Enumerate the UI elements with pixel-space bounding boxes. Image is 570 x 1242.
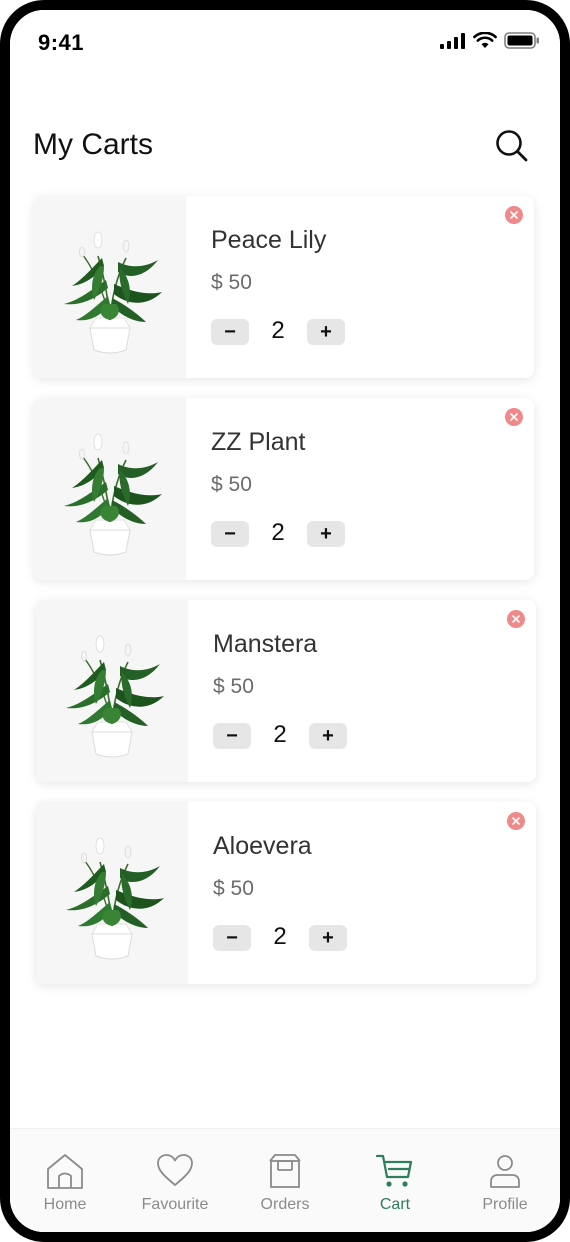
decrement-button[interactable]: −: [213, 723, 251, 749]
quantity-value: 2: [271, 519, 285, 546]
item-price: $ 50: [213, 675, 254, 698]
nav-item-home[interactable]: Home: [10, 1129, 120, 1232]
nav-label: Profile: [482, 1196, 528, 1213]
item-name: Manstera: [213, 630, 318, 658]
nav-item-favourite[interactable]: Favourite: [120, 1129, 230, 1232]
remove-item-button[interactable]: [505, 408, 523, 426]
nav-item-profile[interactable]: Profile: [450, 1129, 560, 1232]
plant-illustration: [66, 837, 164, 960]
cart-item-card[interactable]: Manstera $ 50 − 2 +: [36, 600, 536, 782]
item-name: ZZ Plant: [211, 428, 306, 456]
plant-illustration: [64, 231, 162, 354]
wifi-icon: [473, 32, 497, 48]
heart-icon: [157, 1154, 193, 1186]
cart-icon: [375, 1154, 413, 1187]
screen: 9:41 My Carts Peace Lily $ 50 − 2 + ZZ P…: [10, 10, 560, 1232]
plant-image: [34, 398, 186, 580]
status-bar: 9:41: [10, 10, 560, 76]
plant-image: [36, 802, 188, 984]
home-icon: [47, 1154, 83, 1189]
cart-item-card[interactable]: Aloevera $ 50 − 2 +: [36, 802, 536, 984]
status-icons: [440, 32, 540, 49]
decrement-button[interactable]: −: [211, 319, 249, 345]
box-icon: [269, 1154, 301, 1188]
nav-item-orders[interactable]: Orders: [230, 1129, 340, 1232]
nav-label: Orders: [260, 1196, 310, 1213]
quantity-value: 2: [271, 317, 285, 344]
close-icon: [512, 615, 520, 623]
cart-item-card[interactable]: ZZ Plant $ 50 − 2 +: [34, 398, 534, 580]
item-price: $ 50: [211, 271, 252, 294]
close-icon: [512, 817, 520, 825]
status-time: 9:41: [38, 30, 85, 55]
plant-illustration: [64, 433, 162, 556]
plant-illustration: [66, 635, 164, 758]
nav-label: Cart: [379, 1196, 411, 1213]
header: My Carts: [10, 120, 560, 180]
plant-image: [34, 196, 186, 378]
decrement-button[interactable]: −: [211, 521, 249, 547]
bottom-nav: Home Favourite Orders Cart Profile: [10, 1128, 560, 1232]
quantity-value: 2: [273, 721, 287, 748]
increment-button[interactable]: +: [309, 925, 347, 951]
page-title: My Carts: [33, 128, 153, 161]
close-icon: [510, 211, 518, 219]
item-price: $ 50: [213, 877, 254, 900]
increment-button[interactable]: +: [307, 521, 345, 547]
battery-icon: [504, 32, 539, 49]
remove-item-button[interactable]: [507, 812, 525, 830]
cart-item-card[interactable]: Peace Lily $ 50 − 2 +: [34, 196, 534, 378]
decrement-button[interactable]: −: [213, 925, 251, 951]
increment-button[interactable]: +: [307, 319, 345, 345]
signal-icon: [440, 32, 465, 49]
nav-item-cart[interactable]: Cart: [340, 1129, 450, 1232]
item-name: Aloevera: [213, 832, 312, 860]
plant-image: [36, 600, 188, 782]
quantity-value: 2: [273, 923, 287, 950]
item-name: Peace Lily: [211, 226, 327, 254]
remove-item-button[interactable]: [505, 206, 523, 224]
nav-label: Home: [43, 1196, 87, 1213]
search-button[interactable]: [494, 128, 530, 164]
increment-button[interactable]: +: [309, 723, 347, 749]
user-icon: [490, 1155, 520, 1188]
item-price: $ 50: [211, 473, 252, 496]
search-icon: [496, 130, 528, 162]
phone-frame: 9:41 My Carts Peace Lily $ 50 − 2 + ZZ P…: [0, 0, 570, 1242]
close-icon: [510, 413, 518, 421]
remove-item-button[interactable]: [507, 610, 525, 628]
nav-label: Favourite: [141, 1196, 209, 1213]
